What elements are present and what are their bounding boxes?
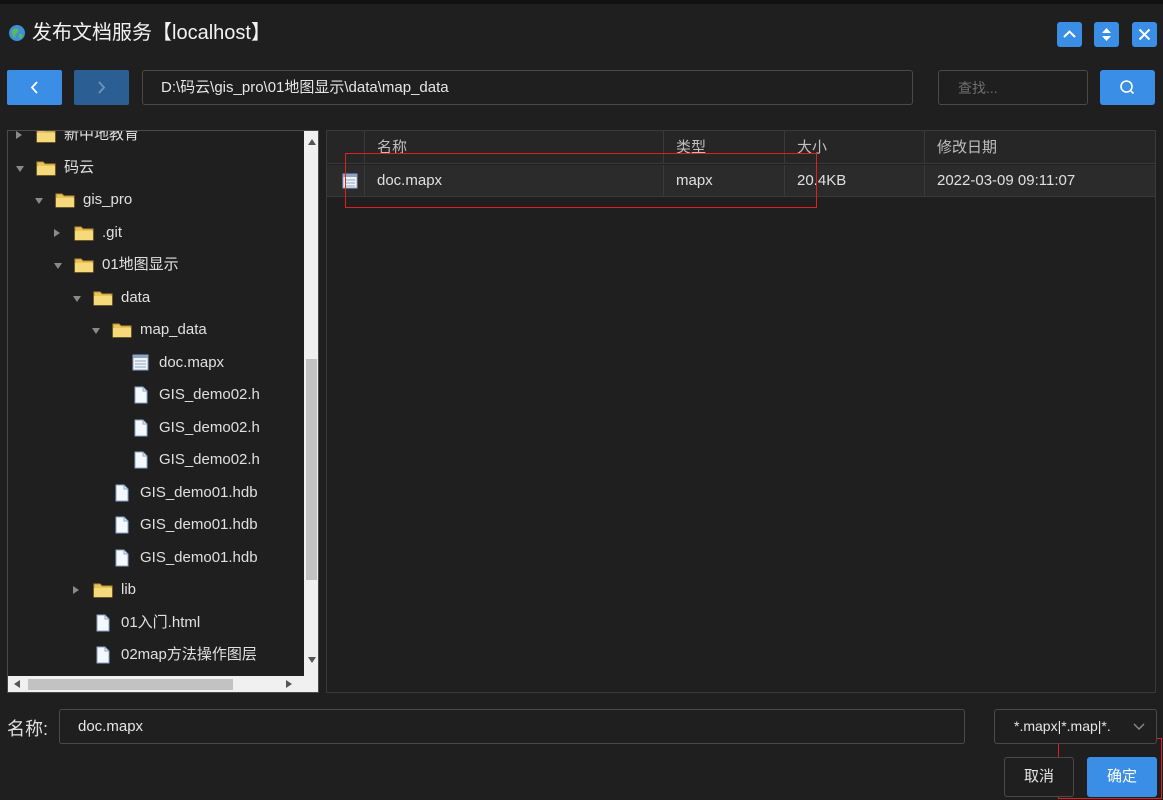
tree-item-label: map_data: [140, 321, 207, 338]
file-icon: [134, 386, 148, 404]
file-icon: [134, 419, 148, 436]
scroll-down-arrow-icon[interactable]: [308, 657, 316, 663]
title-bar: 发布文档服务【localhost】: [0, 0, 1163, 60]
ok-button[interactable]: 确定: [1087, 757, 1157, 797]
chevron-right-icon: [98, 81, 106, 94]
tree-item[interactable]: GIS_demo01.hdb: [8, 509, 298, 541]
tree-item-label: .git: [102, 223, 123, 241]
tree-item-label: gis_pro: [83, 191, 133, 208]
folder-tree[interactable]: 新中地教育码云 gis_pro .git 01地图显示 data map_data doc.…: [7, 130, 319, 693]
tree-vertical-scrollbar[interactable]: [304, 131, 318, 676]
search-button[interactable]: [1100, 70, 1155, 105]
tree-item-label: 02map方法操作图层: [121, 646, 257, 663]
caret-down-icon[interactable]: [92, 328, 100, 334]
file-icon: [96, 614, 110, 631]
highlight-box-file-row: [345, 153, 817, 208]
folder-open-icon: [55, 193, 75, 208]
folder-open-icon: [112, 323, 132, 338]
caret-right-icon[interactable]: [73, 586, 79, 594]
mapx-file-icon: [132, 354, 149, 370]
tree-item-label: doc.mapx: [159, 353, 225, 371]
tree-item-label: 新中地教育: [64, 130, 140, 143]
tree-item-label: GIS_demo01.hdb: [140, 483, 258, 501]
file-icon: [115, 549, 129, 566]
file-icon: [115, 484, 129, 501]
tree-item-label: 01入门.html: [121, 613, 201, 631]
chevron-down-icon: [1132, 719, 1146, 733]
caret-down-icon[interactable]: [35, 198, 43, 204]
folder-icon: [93, 583, 113, 598]
sort-icon: [1102, 28, 1111, 41]
toggle-maximize-button[interactable]: [1094, 22, 1119, 47]
scroll-corner: [304, 676, 318, 692]
tree-item-label: GIS_demo01.hdb: [140, 516, 258, 533]
tree-item-label: GIS_demo02.h: [159, 451, 260, 468]
tree-item[interactable]: 码云: [8, 152, 298, 184]
file-list[interactable]: 名称 类型 大小 修改日期 doc.mapx mapx 20.4KB 2022-…: [326, 130, 1156, 693]
name-label: 名称:: [7, 719, 49, 739]
caret-down-icon[interactable]: [16, 165, 24, 172]
caret-down-icon[interactable]: [73, 295, 81, 302]
caret-right-icon[interactable]: [16, 131, 22, 139]
tree-horizontal-scrollbar[interactable]: [8, 676, 304, 692]
path-field[interactable]: D:\码云\gis_pro\01地图显示\data\map_data: [142, 70, 913, 105]
back-button[interactable]: [7, 70, 62, 105]
tree-item-label: data: [121, 288, 151, 306]
tree-item-label: lib: [121, 581, 137, 598]
tree-item[interactable]: 02map方法操作图层: [8, 639, 298, 671]
scroll-left-arrow-icon[interactable]: [14, 680, 20, 688]
tree-item[interactable]: GIS_demo01.hdb: [8, 477, 298, 509]
close-icon: [1138, 28, 1151, 41]
tree-item-label: 码云: [64, 158, 95, 176]
tree-item[interactable]: map_data: [8, 314, 298, 346]
file-icon: [134, 451, 148, 469]
caret-right-icon[interactable]: [54, 228, 60, 237]
chevron-left-icon: [30, 81, 38, 94]
folder-open-icon: [74, 258, 94, 273]
tree-item[interactable]: 01入门.html: [8, 607, 298, 639]
filter-value: *.mapx|*.map|*.: [1014, 718, 1111, 734]
close-button[interactable]: [1132, 22, 1157, 47]
tree-item[interactable]: GIS_demo01.hdb: [8, 542, 298, 574]
globe-icon: [9, 25, 25, 41]
tree-item[interactable]: 01地图显示: [8, 249, 298, 281]
file-icon: [96, 646, 110, 664]
tree-item[interactable]: 新中地教育: [8, 130, 298, 151]
file-type-filter-select[interactable]: *.mapx|*.map|*.: [994, 709, 1157, 744]
tree-item[interactable]: .git: [8, 217, 298, 249]
scroll-up-arrow-icon[interactable]: [308, 139, 316, 145]
file-icon: [115, 516, 129, 534]
tree-item[interactable]: doc.mapx: [8, 347, 298, 379]
window-title: 发布文档服务【localhost】: [32, 22, 271, 44]
tree-item[interactable]: gis_pro: [8, 184, 298, 216]
tree-item[interactable]: data: [8, 282, 298, 314]
folder-icon: [74, 226, 94, 240]
folder-open-icon: [36, 161, 56, 175]
tree-item[interactable]: GIS_demo02.h: [8, 412, 298, 444]
forward-button[interactable]: [74, 70, 129, 105]
collapse-up-button[interactable]: [1057, 22, 1082, 47]
search-icon: [1120, 80, 1135, 95]
column-header-modified[interactable]: 修改日期: [924, 131, 1155, 164]
scroll-right-arrow-icon[interactable]: [286, 680, 292, 688]
tree-item-label: GIS_demo02.h: [159, 418, 260, 436]
tree-item[interactable]: GIS_demo02.h: [8, 379, 298, 411]
cell-modified: 2022-03-09 09:11:07: [924, 165, 1155, 197]
search-input[interactable]: [938, 70, 1088, 105]
tree-item-label: GIS_demo02.h: [159, 386, 260, 403]
folder-open-icon: [93, 291, 113, 305]
scroll-thumb[interactable]: [306, 359, 317, 580]
tree-item-label: 01地图显示: [102, 256, 179, 273]
tree-item[interactable]: lib: [8, 574, 298, 606]
filename-input[interactable]: doc.mapx: [59, 709, 965, 744]
folder-icon: [36, 131, 56, 143]
tree-item[interactable]: GIS_demo02.h: [8, 444, 298, 476]
scroll-thumb[interactable]: [28, 679, 233, 690]
chevron-up-icon: [1063, 30, 1076, 38]
cancel-button[interactable]: 取消: [1004, 757, 1074, 797]
tree-item-label: GIS_demo01.hdb: [140, 548, 258, 566]
caret-down-icon[interactable]: [54, 263, 62, 269]
